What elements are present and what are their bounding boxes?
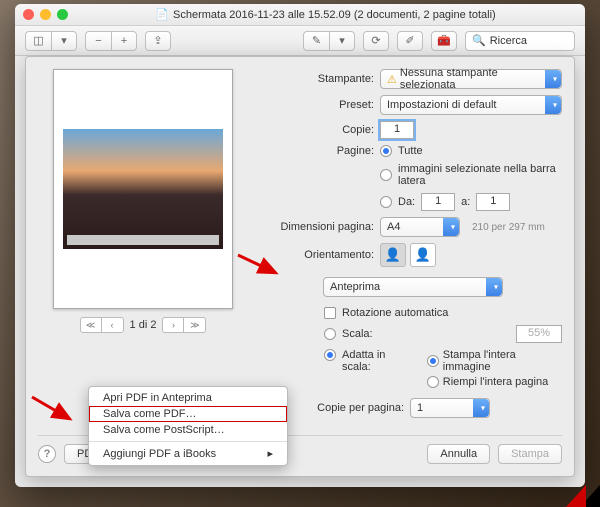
page-navigator: ≪ ‹ 1 di 2 › ≫ (80, 317, 207, 333)
pages-from-label: Da: (398, 196, 415, 208)
share-icon[interactable]: ⇪ (145, 31, 171, 51)
zoom-out-icon[interactable]: − (85, 31, 111, 51)
preset-select[interactable]: Impostazioni di default▾ (380, 95, 562, 115)
sidebar-menu-icon[interactable]: ▾ (51, 31, 77, 51)
fit-print-label: Stampa l'intera immagine (443, 349, 562, 373)
autorotate-label: Rotazione automatica (342, 307, 448, 319)
print-options: Stampante: ⚠ Nessuna stampante seleziona… (264, 69, 562, 427)
fit-fill-radio[interactable] (427, 376, 439, 388)
print-dialog: ≪ ‹ 1 di 2 › ≫ Stampante: ⚠ Nessuna stam… (25, 56, 575, 477)
sidebar-icon[interactable]: ◫ (25, 31, 51, 51)
pages-all-label: Tutte (398, 145, 423, 157)
warning-icon: ⚠ (387, 73, 397, 86)
menu-add-to-ibooks[interactable]: Aggiungi PDF a iBooks▸ (89, 445, 287, 462)
prev-page-icon[interactable]: ‹ (102, 317, 124, 333)
app-section-select[interactable]: Anteprima▾ (323, 277, 503, 297)
pages-from-input[interactable]: 1 (421, 193, 455, 211)
zoom-icon[interactable] (57, 9, 68, 20)
fit-fill-label: Riempi l'intera pagina (443, 376, 548, 388)
fit-label: Adatta in scala: (342, 349, 415, 373)
edit-icon[interactable]: ✐ (397, 31, 423, 51)
page-preview (53, 69, 233, 309)
copies-per-page-select[interactable]: 1▾ (410, 398, 490, 418)
scale-input[interactable]: 55% (516, 325, 562, 343)
close-icon[interactable] (23, 9, 34, 20)
scale-radio[interactable] (324, 328, 336, 340)
zoom-group[interactable]: − + (85, 31, 137, 51)
watermark (566, 485, 600, 507)
minimize-icon[interactable] (40, 9, 51, 20)
zoom-in-icon[interactable]: + (111, 31, 137, 51)
rotate-icon[interactable]: ⟳ (363, 31, 389, 51)
toolbox-icon[interactable]: 🧰 (431, 31, 457, 51)
highlight-icon[interactable]: ✎ (303, 31, 329, 51)
first-page-icon[interactable]: ≪ (80, 317, 102, 333)
preview-window: 📄 Schermata 2016-11-23 alle 15.52.09 (2 … (15, 4, 585, 487)
search-icon: 🔍 (472, 34, 486, 47)
print-button[interactable]: Stampa (498, 444, 562, 464)
copies-label: Copie: (264, 124, 374, 136)
printer-label: Stampante: (264, 73, 374, 85)
preview-column: ≪ ‹ 1 di 2 › ≫ (38, 69, 248, 427)
copies-input[interactable]: 1 (380, 121, 414, 139)
pdf-menu: Apri PDF in Anteprima Salva come PDF… Sa… (88, 386, 288, 466)
fit-print-radio[interactable] (427, 355, 439, 367)
printer-select[interactable]: ⚠ Nessuna stampante selezionata▾ (380, 69, 562, 89)
pages-selected-radio[interactable] (380, 169, 392, 181)
search-placeholder: Ricerca (490, 35, 527, 47)
scale-label: Scala: (342, 328, 373, 340)
preview-thumbnail (63, 129, 223, 249)
submenu-arrow-icon: ▸ (267, 447, 273, 460)
pages-all-radio[interactable] (380, 145, 392, 157)
pages-to-input[interactable]: 1 (476, 193, 510, 211)
sidebar-toggle-group[interactable]: ◫ ▾ (25, 31, 77, 51)
menu-save-as-pdf[interactable]: Salva come PDF… (89, 406, 287, 422)
toolbar: ◫ ▾ − + ⇪ ✎ ▾ ⟳ ✐ 🧰 🔍 Ricerca (15, 26, 585, 56)
pages-label: Pagine: (264, 145, 374, 157)
papersize-label: Dimensioni pagina: (264, 221, 374, 233)
autorotate-checkbox[interactable] (324, 307, 336, 319)
orientation-toggle[interactable]: 👤 👤 (380, 243, 436, 267)
cancel-button[interactable]: Annulla (427, 444, 490, 464)
page-indicator: 1 di 2 (130, 319, 157, 331)
help-button[interactable]: ? (38, 445, 56, 463)
menu-save-postscript[interactable]: Salva come PostScript… (89, 422, 287, 438)
last-page-icon[interactable]: ≫ (184, 317, 206, 333)
papersize-dim: 210 per 297 mm (472, 222, 545, 233)
markup-group[interactable]: ✎ ▾ (303, 31, 355, 51)
orientation-label: Orientamento: (264, 249, 374, 261)
next-page-icon[interactable]: › (162, 317, 184, 333)
landscape-icon[interactable]: 👤 (410, 243, 436, 267)
window-title: 📄 Schermata 2016-11-23 alle 15.52.09 (2 … (74, 8, 577, 21)
fit-radio[interactable] (324, 349, 336, 361)
portrait-icon[interactable]: 👤 (380, 243, 406, 267)
pages-selected-label: immagini selezionate nella barra latera (398, 163, 562, 187)
pages-range-radio[interactable] (380, 196, 392, 208)
preset-label: Preset: (264, 99, 374, 111)
document-icon: 📄 (155, 8, 169, 21)
papersize-select[interactable]: A4▾ (380, 217, 460, 237)
pages-to-label: a: (461, 196, 470, 208)
search-input[interactable]: 🔍 Ricerca (465, 31, 575, 51)
titlebar: 📄 Schermata 2016-11-23 alle 15.52.09 (2 … (15, 4, 585, 26)
menu-open-preview[interactable]: Apri PDF in Anteprima (89, 390, 287, 406)
highlight-menu-icon[interactable]: ▾ (329, 31, 355, 51)
